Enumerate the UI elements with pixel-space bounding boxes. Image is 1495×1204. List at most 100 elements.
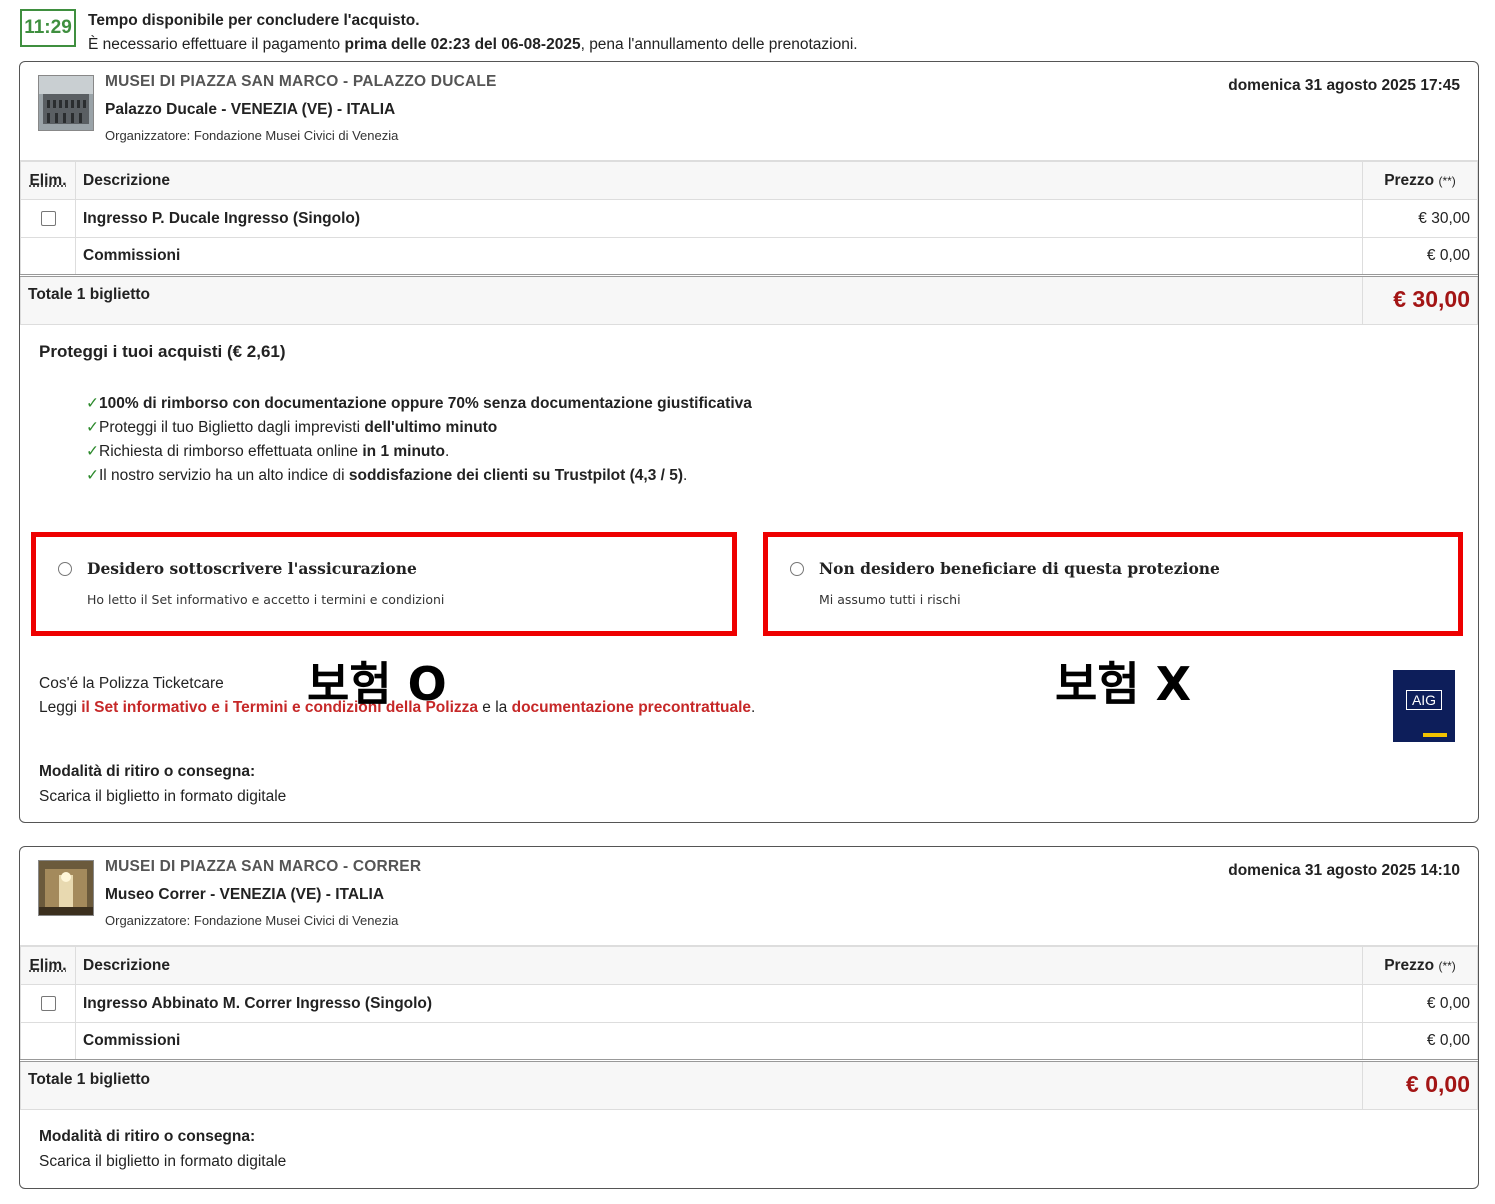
deadline-date: prima delle 02:23 del 06-08-2025 [344,36,581,53]
benefit-bold: soddisfazione dei clienti su Trustpilot … [348,467,684,484]
fees-price: € 0,00 [1362,237,1478,277]
list-item: ✓Proteggi il tuo Biglietto dagli imprevi… [86,416,752,440]
delete-cell [20,199,76,238]
list-item: ✓Il nostro servizio ha un alto indice di… [86,464,752,488]
fees-price: € 0,00 [1362,1022,1478,1062]
delete-cell [20,984,76,1023]
total-price: € 30,00 [1362,275,1478,325]
price-header-note: (**) [1438,958,1456,973]
benefit-post: . [445,443,450,460]
check-icon: ✓ [86,443,99,460]
ticket-description: Ingresso Abbinato M. Correr Ingresso (Si… [75,984,1363,1023]
delivery-info: Modalità di ritiro o consegna: Scarica i… [39,759,286,809]
insurance-no-radio[interactable] [790,562,804,576]
aig-logo: AIG [1393,670,1455,742]
ticket-price: € 30,00 [1362,199,1478,238]
annotation-insurance-no: 보험 X [1055,657,1192,711]
ticket-table: Elim. Descrizione Prezzo (**) Ingresso P… [20,161,1478,325]
insurance-no-subtitle: Mi assumo tutti i rischi [819,592,961,607]
policy-post: . [751,699,756,716]
ticket-table: Elim. Descrizione Prezzo (**) Ingresso A… [20,946,1478,1110]
delivery-text: Scarica il biglietto in formato digitale [39,1153,287,1170]
empty-cell [20,237,76,277]
precontract-doc-link[interactable]: documentazione precontrattuale [512,699,751,716]
benefit-text: Il nostro servizio ha un alto indice di [99,467,349,484]
insurance-yes-title: Desidero sottoscrivere l'assicurazione [87,559,417,578]
insurance-benefits: ✓100% di rimborso con documentazione opp… [86,392,752,488]
timer-notice-title: Tempo disponibile per concludere l'acqui… [88,12,420,29]
insurance-yes-radio[interactable] [58,562,72,576]
fees-label: Commissioni [75,237,1363,277]
event-organizer: Organizzatore: Fondazione Musei Civici d… [105,128,399,143]
event-card-correr: MUSEI DI PIAZZA SAN MARCO - CORRER Museo… [19,846,1479,1189]
deadline-pre: È necessario effettuare il pagamento [88,36,345,53]
timer-notice-deadline: È necessario effettuare il pagamento pri… [88,33,858,57]
policy-mid: e la [478,699,512,716]
event-title: MUSEI DI PIAZZA SAN MARCO - CORRER [105,858,422,875]
event-card-palazzo-ducale: MUSEI DI PIAZZA SAN MARCO - PALAZZO DUCA… [19,61,1479,823]
col-delete-header: Elim. [20,161,76,200]
total-price: € 0,00 [1362,1060,1478,1110]
benefit-text: Richiesta di rimborso effettuata online [99,443,363,460]
event-venue: Museo Correr - VENEZIA (VE) - ITALIA [105,886,385,903]
timer-notice: Tempo disponibile per concludere l'acqui… [88,9,858,57]
total-label: Totale 1 biglietto [20,1060,1363,1110]
check-icon: ✓ [86,467,99,484]
col-description-header: Descrizione [75,161,1363,200]
event-header: MUSEI DI PIAZZA SAN MARCO - CORRER Museo… [20,847,1478,946]
policy-pre: Leggi [39,699,82,716]
delivery-text: Scarica il biglietto in formato digitale [39,788,287,805]
table-header-row: Elim. Descrizione Prezzo (**) [20,946,1478,985]
total-row: Totale 1 biglietto € 0,00 [20,1060,1478,1110]
table-row: Ingresso Abbinato M. Correr Ingresso (Si… [20,984,1478,1023]
check-icon: ✓ [86,395,99,412]
table-row: Commissioni € 0,00 [20,237,1478,277]
timer-value: 11:29 [24,17,72,38]
price-header-label: Prezzo [1384,171,1435,189]
table-header-row: Elim. Descrizione Prezzo (**) [20,161,1478,200]
event-date: domenica 31 agosto 2025 17:45 [1228,77,1460,94]
insurance-option-yes[interactable]: Desidero sottoscrivere l'assicurazione H… [31,532,737,636]
aig-logo-accent [1423,733,1447,737]
benefit-bold: in 1 minuto [362,443,446,460]
check-icon: ✓ [86,419,99,436]
fees-label: Commissioni [75,1022,1363,1062]
insurance-title: Proteggi i tuoi acquisti (€ 2,61) [39,342,286,361]
event-thumbnail[interactable] [38,860,94,916]
benefit-text: Proteggi il tuo Biglietto dagli imprevis… [99,419,365,436]
total-label: Totale 1 biglietto [20,275,1363,325]
price-header-note: (**) [1438,173,1456,188]
annotation-insurance-yes: 보험 O [307,657,447,711]
benefit-bold: 100% di rimborso con documentazione oppu… [99,395,752,412]
delivery-heading: Modalità di ritiro o consegna: [39,763,256,780]
delete-header-label: Elim. [29,171,67,189]
event-organizer: Organizzatore: Fondazione Musei Civici d… [105,913,399,928]
col-delete-header: Elim. [20,946,76,985]
benefit-post: . [683,467,688,484]
event-title: MUSEI DI PIAZZA SAN MARCO - PALAZZO DUCA… [105,73,497,90]
insurance-yes-subtitle: Ho letto il Set informativo e accetto i … [87,592,445,607]
delete-ticket-checkbox[interactable] [40,995,56,1011]
price-header-label: Prezzo [1384,956,1435,974]
insurance-no-title: Non desidero beneficiare di questa prote… [819,559,1220,578]
list-item: ✓100% di rimborso con documentazione opp… [86,392,752,416]
event-date: domenica 31 agosto 2025 14:10 [1228,862,1460,879]
ticket-description: Ingresso P. Ducale Ingresso (Singolo) [75,199,1363,238]
delete-ticket-checkbox[interactable] [40,210,56,226]
total-row: Totale 1 biglietto € 30,00 [20,275,1478,325]
countdown-timer: 11:29 [20,9,76,47]
delete-header-label: Elim. [29,956,67,974]
aig-logo-text: AIG [1406,690,1442,710]
col-description-header: Descrizione [75,946,1363,985]
empty-cell [20,1022,76,1062]
deadline-post: , pena l'annullamento delle prenotazioni… [580,36,858,53]
col-price-header: Prezzo (**) [1362,161,1478,200]
event-thumbnail[interactable] [38,75,94,131]
ticket-price: € 0,00 [1362,984,1478,1023]
benefit-bold: dell'ultimo minuto [364,419,498,436]
table-row: Commissioni € 0,00 [20,1022,1478,1062]
delivery-heading: Modalità di ritiro o consegna: [39,1128,256,1145]
table-row: Ingresso P. Ducale Ingresso (Singolo) € … [20,199,1478,238]
delivery-info: Modalità di ritiro o consegna: Scarica i… [39,1124,286,1174]
insurance-option-no[interactable]: Non desidero beneficiare di questa prote… [763,532,1463,636]
